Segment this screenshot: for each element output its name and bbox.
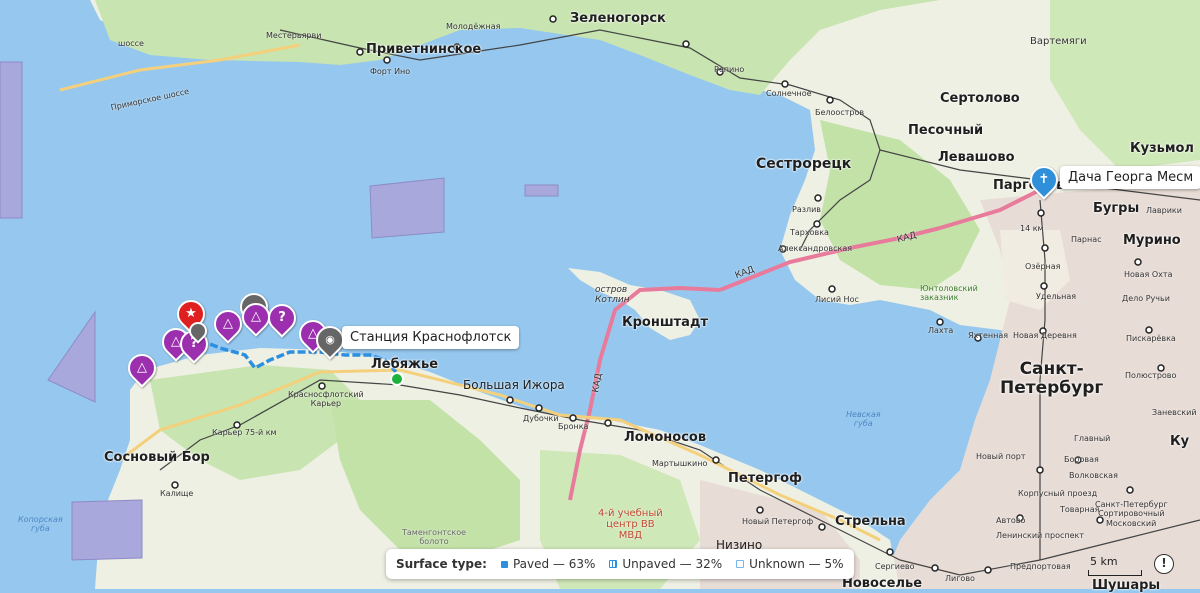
route-start-point[interactable]: [390, 372, 404, 386]
legend-unknown-label: Unknown — 5%: [749, 557, 844, 571]
legend-title: Surface type:: [396, 557, 487, 571]
tooltip-dacha[interactable]: Дача Георга Месм: [1060, 166, 1200, 189]
unpaved-swatch-icon: [609, 560, 618, 568]
camping-icon: △: [223, 316, 233, 331]
legend-paved[interactable]: Paved — 63%: [500, 557, 596, 571]
church-icon: ✝: [1038, 172, 1050, 187]
legend-unpaved[interactable]: Unpaved — 32%: [609, 557, 722, 571]
camera-icon: ◉: [325, 333, 335, 346]
map-canvas[interactable]: [0, 0, 1200, 589]
surface-legend: Surface type: Paved — 63% Unpaved — 32% …: [386, 549, 854, 579]
legend-paved-label: Paved — 63%: [512, 557, 596, 571]
camping-icon: △: [137, 360, 147, 375]
legend-unknown[interactable]: Unknown — 5%: [736, 557, 844, 571]
scale-label: 5 km: [1090, 555, 1118, 568]
unknown-swatch-icon: [736, 560, 745, 568]
tooltip-station[interactable]: Станция Краснофлотск: [342, 326, 520, 349]
paved-swatch-icon: [500, 560, 508, 568]
scale-bar: [1088, 570, 1142, 576]
legend-unpaved-label: Unpaved — 32%: [622, 557, 723, 571]
question-icon: ?: [278, 310, 286, 325]
camping-icon: △: [251, 309, 261, 324]
warning-button[interactable]: !: [1154, 554, 1174, 574]
